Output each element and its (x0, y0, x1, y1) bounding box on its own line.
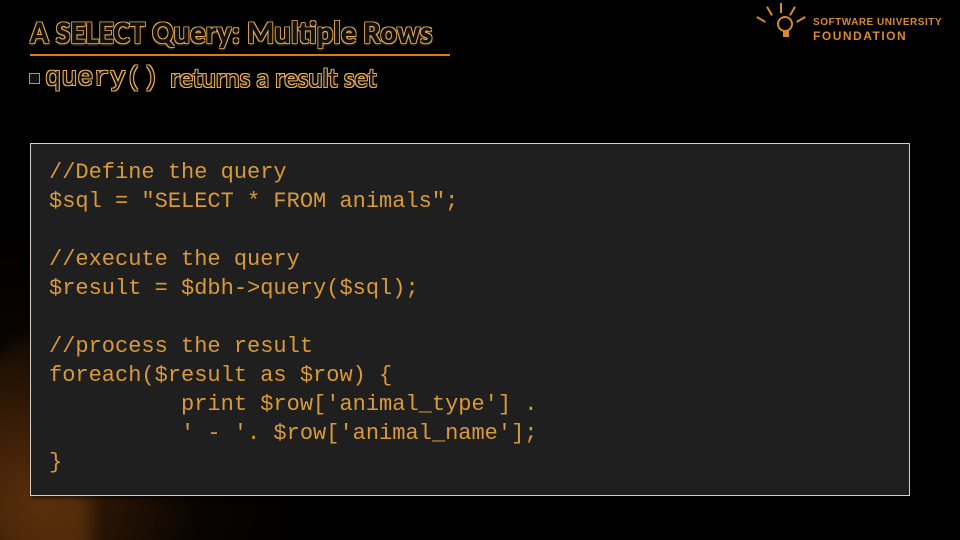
slide: SOFTWARE UNIVERSITY FOUNDATION A SELECT … (0, 0, 960, 540)
brand-logo-text: SOFTWARE UNIVERSITY FOUNDATION (813, 18, 942, 42)
logo-line2: FOUNDATION (813, 30, 942, 42)
bullet-code-token: query() (45, 64, 158, 94)
bullet-item: query() returns a result set (30, 62, 930, 95)
logo-line1: SOFTWARE UNIVERSITY (813, 18, 942, 28)
slide-title: A SELECT Query: Multiple Rows (30, 14, 450, 56)
code-block: //Define the query $sql = "SELECT * FROM… (30, 143, 910, 496)
lightbulb-icon (765, 10, 805, 50)
bullet-square-icon (30, 74, 39, 83)
bullet-text: returns a result set (170, 62, 376, 95)
brand-logo: SOFTWARE UNIVERSITY FOUNDATION (765, 10, 942, 50)
